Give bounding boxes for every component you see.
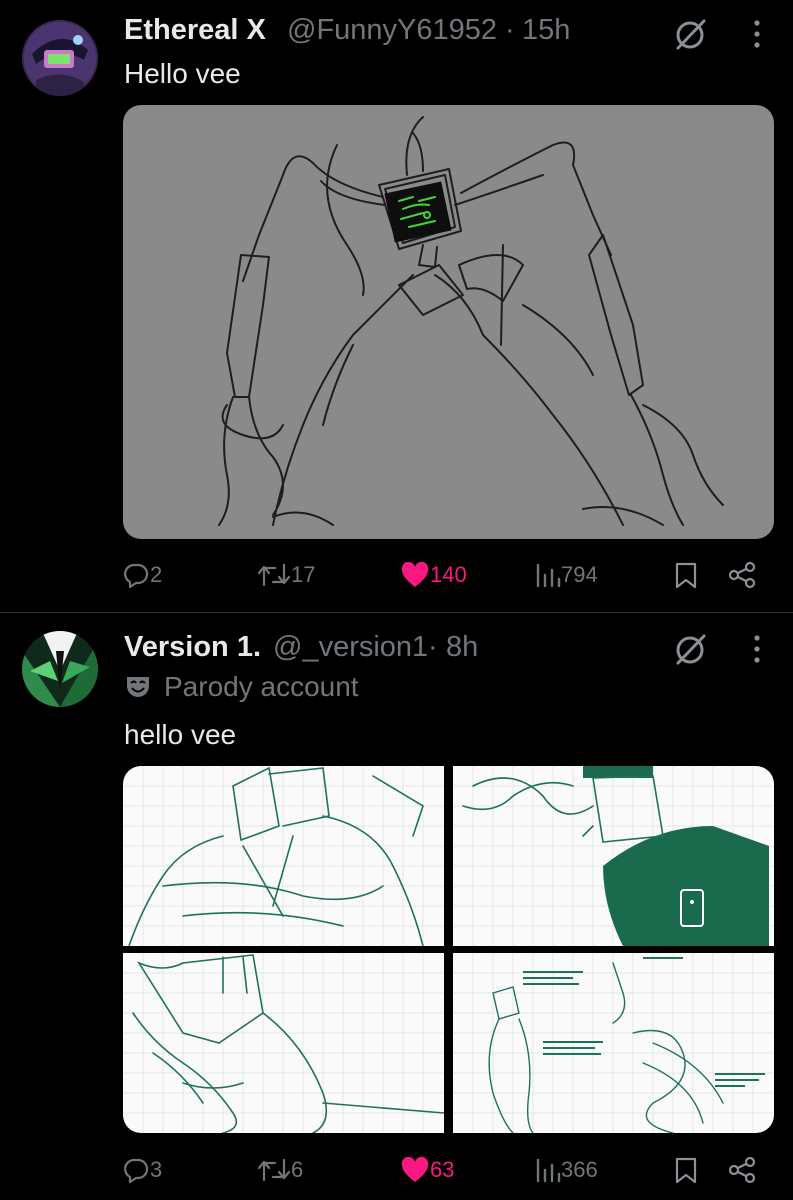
tweet-image[interactable]: [123, 766, 444, 946]
avatar[interactable]: [22, 631, 98, 707]
sketch-image-1: [123, 766, 444, 946]
more-icon[interactable]: [752, 634, 762, 664]
separator-dot: ·: [505, 14, 515, 46]
share-icon: [728, 561, 756, 589]
timestamp[interactable]: 15h: [522, 14, 570, 47]
parody-badge[interactable]: Parody account: [124, 671, 359, 703]
share-icon: [728, 1156, 756, 1184]
tweet-text: hello vee: [124, 719, 237, 750]
tweet-image[interactable]: [453, 953, 774, 1133]
grok-icon[interactable]: [672, 16, 708, 52]
views-icon: [536, 1158, 561, 1183]
timestamp[interactable]: 8h: [446, 631, 478, 664]
heart-icon: [401, 1156, 429, 1182]
media-grid: [123, 766, 774, 1133]
parody-mask-icon: [127, 677, 149, 697]
views-icon: [536, 563, 561, 588]
repost-count: 17: [291, 562, 316, 587]
more-icon[interactable]: [752, 19, 762, 49]
reply-count: 3: [150, 1157, 163, 1182]
handle[interactable]: @_version1: [273, 631, 428, 664]
tweet-image[interactable]: [123, 105, 774, 539]
parody-label: Parody account: [164, 671, 359, 702]
tweet[interactable]: Ethereal X @FunnyY61952 · 15h Hello vee: [0, 0, 793, 612]
like-button[interactable]: 63: [400, 1150, 454, 1190]
separator-dot: ·: [428, 631, 438, 663]
repost-button[interactable]: 17: [257, 555, 315, 595]
heart-icon: [401, 561, 429, 587]
grok-icon[interactable]: [672, 631, 708, 667]
sketch-image-2: [453, 766, 774, 946]
repost-icon: [257, 1158, 291, 1182]
display-name[interactable]: Ethereal X: [124, 14, 266, 47]
tweet-actions: 3 6 63 366: [120, 1150, 770, 1190]
share-button[interactable]: [728, 555, 756, 595]
tweet[interactable]: Version 1. @_version1 · 8h Parody accoun…: [0, 613, 793, 1200]
bookmark-icon: [675, 562, 697, 589]
reply-count: 2: [150, 562, 163, 587]
bookmark-button[interactable]: [674, 1150, 698, 1190]
reply-icon: [124, 1158, 149, 1184]
view-count: 794: [561, 562, 598, 587]
reply-button[interactable]: 2: [122, 555, 162, 595]
sketch-image-3: [123, 953, 444, 1133]
avatar-image: [22, 20, 98, 96]
display-name[interactable]: Version 1.: [124, 631, 261, 664]
tweet-image[interactable]: [123, 953, 444, 1133]
handle[interactable]: @FunnyY61952: [287, 14, 497, 47]
tweet-text: Hello vee: [124, 58, 241, 89]
tweet-image[interactable]: [453, 766, 774, 946]
like-button[interactable]: 140: [400, 555, 467, 595]
repost-icon: [257, 563, 291, 587]
view-count: 366: [561, 1157, 598, 1182]
share-button[interactable]: [728, 1150, 756, 1190]
bookmark-button[interactable]: [674, 555, 698, 595]
reply-icon: [124, 563, 149, 589]
views-button[interactable]: 794: [535, 555, 598, 595]
tweet-actions: 2 17 140 794: [120, 555, 770, 595]
repost-button[interactable]: 6: [257, 1150, 303, 1190]
avatar[interactable]: [22, 20, 98, 96]
reply-button[interactable]: 3: [122, 1150, 162, 1190]
bookmark-icon: [675, 1157, 697, 1184]
like-count: 63: [430, 1157, 455, 1182]
robot-sketch-image: [218, 116, 724, 526]
views-button[interactable]: 366: [535, 1150, 598, 1190]
like-count: 140: [430, 562, 467, 587]
repost-count: 6: [291, 1157, 304, 1182]
avatar-image: [22, 631, 98, 707]
sketch-image-4: [453, 953, 774, 1133]
